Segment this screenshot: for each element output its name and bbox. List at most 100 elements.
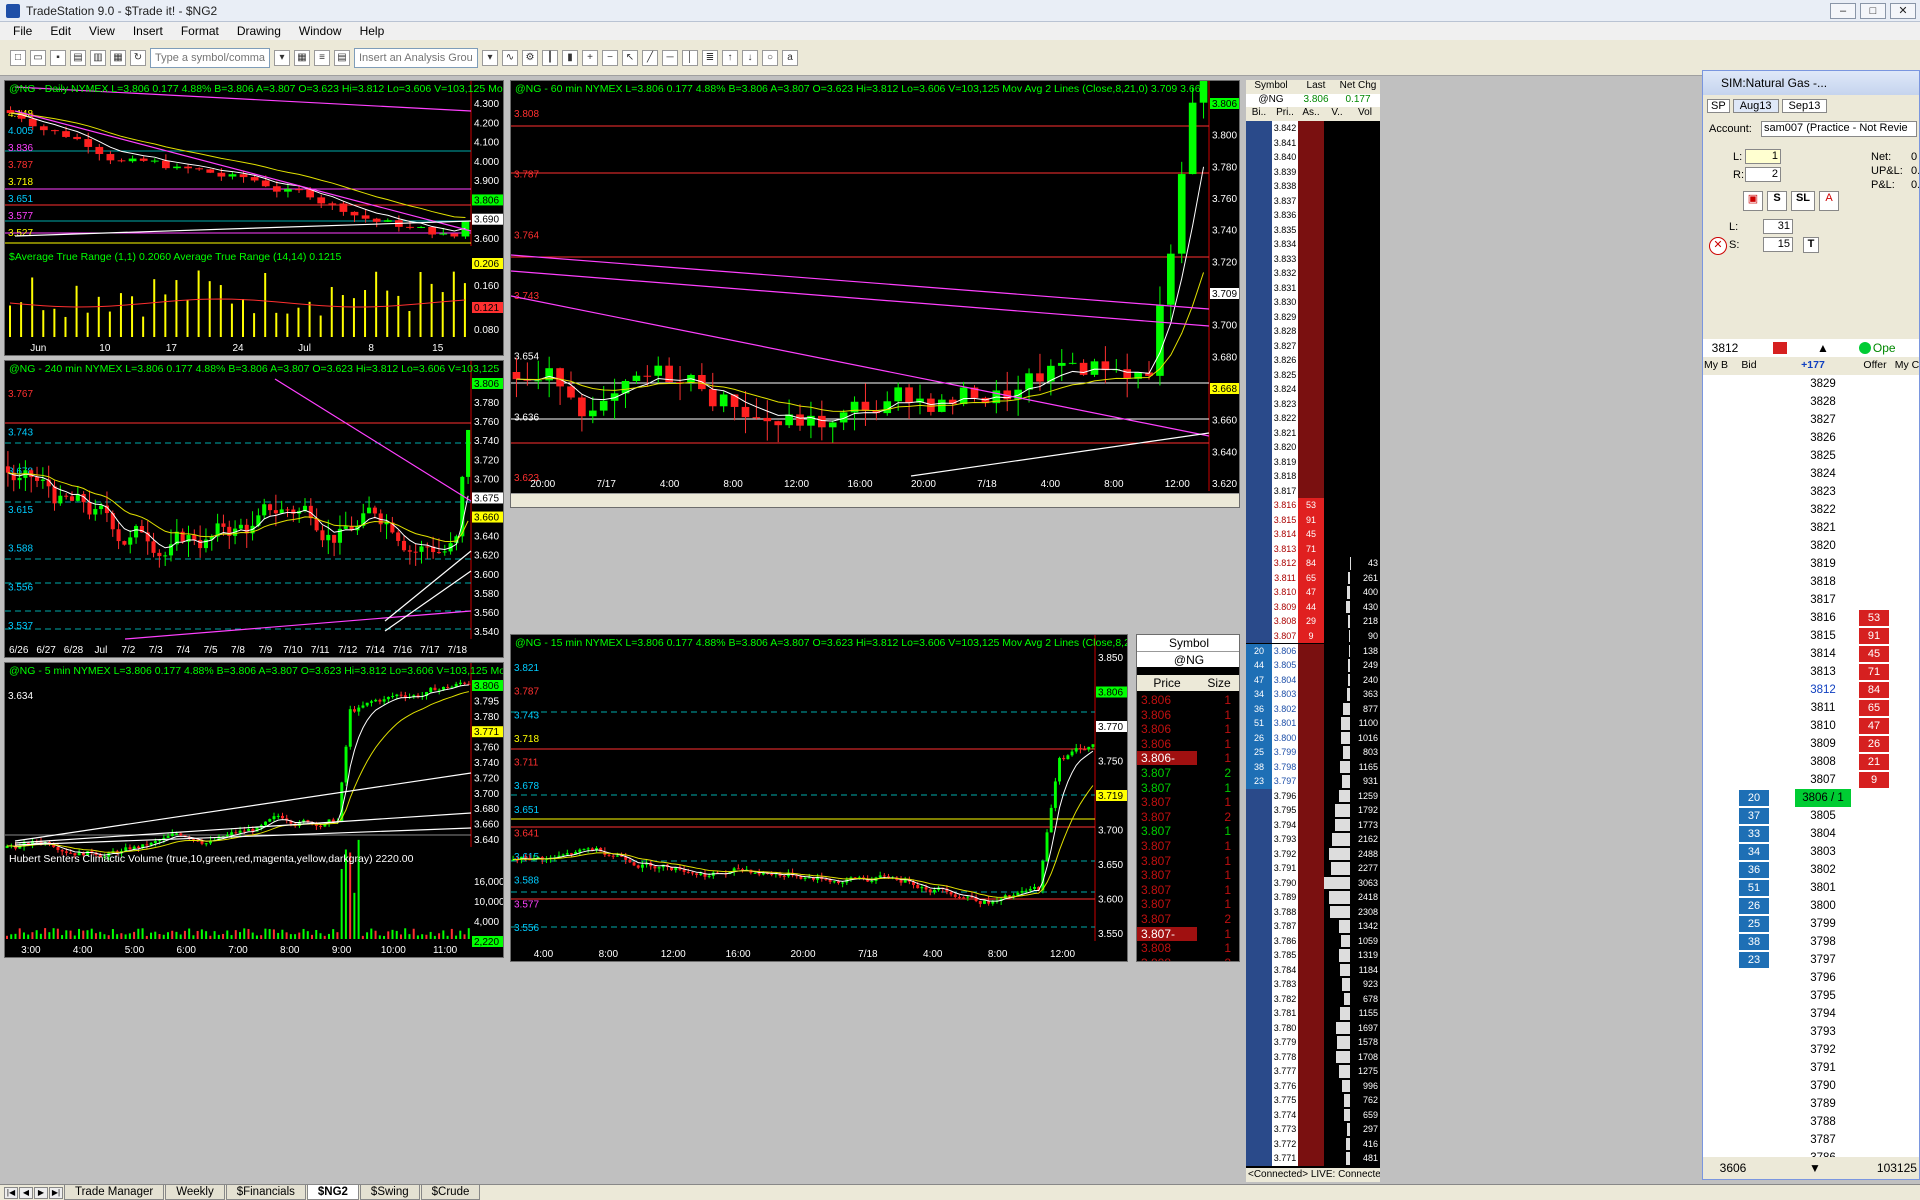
ladder-price[interactable]: 3787	[1795, 1131, 1851, 1149]
lock-icon[interactable]: ▦	[110, 49, 126, 66]
zoom-in-icon[interactable]: +	[582, 49, 598, 66]
ladder-price[interactable]: 3813	[1795, 663, 1851, 681]
tab-weekly[interactable]: Weekly	[165, 1185, 225, 1200]
ladder-row[interactable]: 3799 25	[1703, 915, 1919, 933]
ladder-price[interactable]: 3811	[1795, 699, 1851, 717]
ladder-price[interactable]: 3803	[1795, 843, 1851, 861]
daily-chart-canvas[interactable]: 4.300 4.200 4.100 4.000 3.900 3.806 3.690 3.600…	[5, 81, 504, 356]
sim-account-select[interactable]: sam007 (Practice - Not Revie	[1761, 121, 1917, 137]
ladder-price[interactable]: 3827	[1795, 411, 1851, 429]
ladder-row[interactable]: 3811 65	[1703, 699, 1919, 717]
chart-15min-window[interactable]: 3.850 3.806 3.770 3.750 3.719 3.700 3.650 3.600…	[510, 634, 1128, 962]
menu-edit[interactable]: Edit	[41, 24, 80, 38]
ladder-row[interactable]: 3814 45	[1703, 645, 1919, 663]
ladder-price[interactable]: 3823	[1795, 483, 1851, 501]
ladder-offer-size[interactable]: 71	[1859, 664, 1889, 680]
close-button[interactable]: ✕	[1890, 3, 1916, 19]
list-icon[interactable]: ≡	[314, 49, 330, 66]
sim-month-aug[interactable]: Aug13	[1732, 99, 1779, 113]
ladder-price[interactable]: 3829	[1795, 375, 1851, 393]
tab-financials[interactable]: $Financials	[225, 1185, 306, 1200]
open-icon[interactable]: ▭	[30, 49, 46, 66]
sim-month-sep[interactable]: Sep13	[1781, 99, 1828, 113]
ladder-row[interactable]: 3818	[1703, 573, 1919, 591]
ladder-row[interactable]: 3829	[1703, 375, 1919, 393]
new-icon[interactable]: □	[10, 49, 26, 66]
ladder-price[interactable]: 3821	[1795, 519, 1851, 537]
ladder-row[interactable]: 3800 26	[1703, 897, 1919, 915]
ladder-price[interactable]: 3814	[1795, 645, 1851, 663]
text-icon[interactable]: a	[782, 49, 798, 66]
ladder-row[interactable]: 3815 91	[1703, 627, 1919, 645]
ladder-price[interactable]: 3793	[1795, 1023, 1851, 1041]
ladder-price[interactable]: 3822	[1795, 501, 1851, 519]
menu-drawing[interactable]: Drawing	[228, 24, 290, 38]
chart-60min-canvas[interactable]: 3.806 3.800 3.780 3.760 3.740 3.720 3.709 3.700…	[511, 81, 1240, 508]
ladder-row[interactable]: 3825	[1703, 447, 1919, 465]
cursor-icon[interactable]: ↖	[622, 49, 638, 66]
table-icon[interactable]: ▤	[334, 49, 350, 66]
strategy-icon[interactable]: ⚙	[522, 49, 538, 66]
ladder-price[interactable]: 3800	[1795, 897, 1851, 915]
maximize-button[interactable]: □	[1860, 3, 1886, 19]
ladder-row[interactable]: 3824	[1703, 465, 1919, 483]
daily-chart-window[interactable]: 4.300 4.200 4.100 4.000 3.900 3.806 3.690 3.600…	[4, 80, 504, 356]
menu-window[interactable]: Window	[290, 24, 351, 38]
ladder-price[interactable]: 3789	[1795, 1095, 1851, 1113]
ladder-bid-size[interactable]: 23	[1739, 952, 1769, 968]
market-depth-window[interactable]: Symbol Last Net Chg @NG 3.806 0.177 Bi..…	[1246, 80, 1380, 1182]
save-icon[interactable]: ▪	[50, 49, 66, 66]
tab-trademanager[interactable]: Trade Manager	[64, 1185, 165, 1200]
sim-r-input[interactable]: 2	[1745, 167, 1781, 182]
analysis-group-input[interactable]	[354, 47, 478, 68]
sim-up-arrow-icon[interactable]: ▲	[1817, 341, 1829, 355]
ladder-row[interactable]: 3823	[1703, 483, 1919, 501]
ladder-offer-size[interactable]: 91	[1859, 628, 1889, 644]
time-and-sales-window[interactable]: Symbol @NG Price Size 3.806 1 3.806 1 3.806 1…	[1136, 634, 1240, 962]
ladder-row[interactable]: 3820	[1703, 537, 1919, 555]
refresh-icon[interactable]: ↻	[130, 49, 146, 66]
sim-t-button[interactable]: T	[1803, 237, 1819, 253]
menu-insert[interactable]: Insert	[124, 24, 172, 38]
trendline-icon[interactable]: ╱	[642, 49, 658, 66]
ladder-row[interactable]: 3804 33	[1703, 825, 1919, 843]
sim-flatten-icon[interactable]: ▣	[1743, 191, 1763, 211]
ladder-offer-size[interactable]: 26	[1859, 736, 1889, 752]
ladder-row[interactable]: 3812 84	[1703, 681, 1919, 699]
ladder-row[interactable]: 3807 9	[1703, 771, 1919, 789]
ladder-price[interactable]: 3828	[1795, 393, 1851, 411]
ladder-price[interactable]: 3810	[1795, 717, 1851, 735]
ladder-price[interactable]: 3799	[1795, 915, 1851, 933]
ladder-price[interactable]: 3796	[1795, 969, 1851, 987]
ladder-row[interactable]: 3808 21	[1703, 753, 1919, 771]
ladder-offer-size[interactable]: 21	[1859, 754, 1889, 770]
chart-icon[interactable]: ▥	[90, 49, 106, 66]
menu-view[interactable]: View	[80, 24, 124, 38]
chart-5min-window[interactable]: 3.806 3.795 3.780 3.771 3.760 3.740 3.720 3.700…	[4, 662, 504, 958]
ladder-price[interactable]: 3792	[1795, 1041, 1851, 1059]
ladder-row[interactable]: 3819	[1703, 555, 1919, 573]
minimize-button[interactable]: –	[1830, 3, 1856, 19]
ladder-row[interactable]: 3787	[1703, 1131, 1919, 1149]
zoom-out-icon[interactable]: −	[602, 49, 618, 66]
ladder-row[interactable]: 3821	[1703, 519, 1919, 537]
tab-last-icon[interactable]: ▶|	[49, 1186, 63, 1199]
tab-ng2[interactable]: $NG2	[306, 1185, 359, 1200]
sim-a-button[interactable]: A	[1819, 191, 1839, 211]
sim-s-button[interactable]: S	[1767, 191, 1787, 211]
tab-crude[interactable]: $Crude	[420, 1185, 481, 1200]
ts-symbol-value[interactable]: @NG	[1137, 651, 1239, 667]
ladder-row[interactable]: 3803 34	[1703, 843, 1919, 861]
ladder-price[interactable]: 3818	[1795, 573, 1851, 591]
ladder-row[interactable]: 3806 / 1 20	[1703, 789, 1919, 807]
ladder-price[interactable]: 3815	[1795, 627, 1851, 645]
ladder-price[interactable]: 3804	[1795, 825, 1851, 843]
ladder-offer-size[interactable]: 65	[1859, 700, 1889, 716]
ladder-price[interactable]: 3802	[1795, 861, 1851, 879]
ladder-price[interactable]: 3791	[1795, 1059, 1851, 1077]
ladder-price[interactable]: 3826	[1795, 429, 1851, 447]
ladder-row[interactable]: 3827	[1703, 411, 1919, 429]
ladder-row[interactable]: 3797 23	[1703, 951, 1919, 969]
sim-matrix-window[interactable]: SIM:Natural Gas -... SP Aug13 Sep13 Acco…	[1702, 70, 1920, 1180]
ladder-price[interactable]: 3817	[1795, 591, 1851, 609]
